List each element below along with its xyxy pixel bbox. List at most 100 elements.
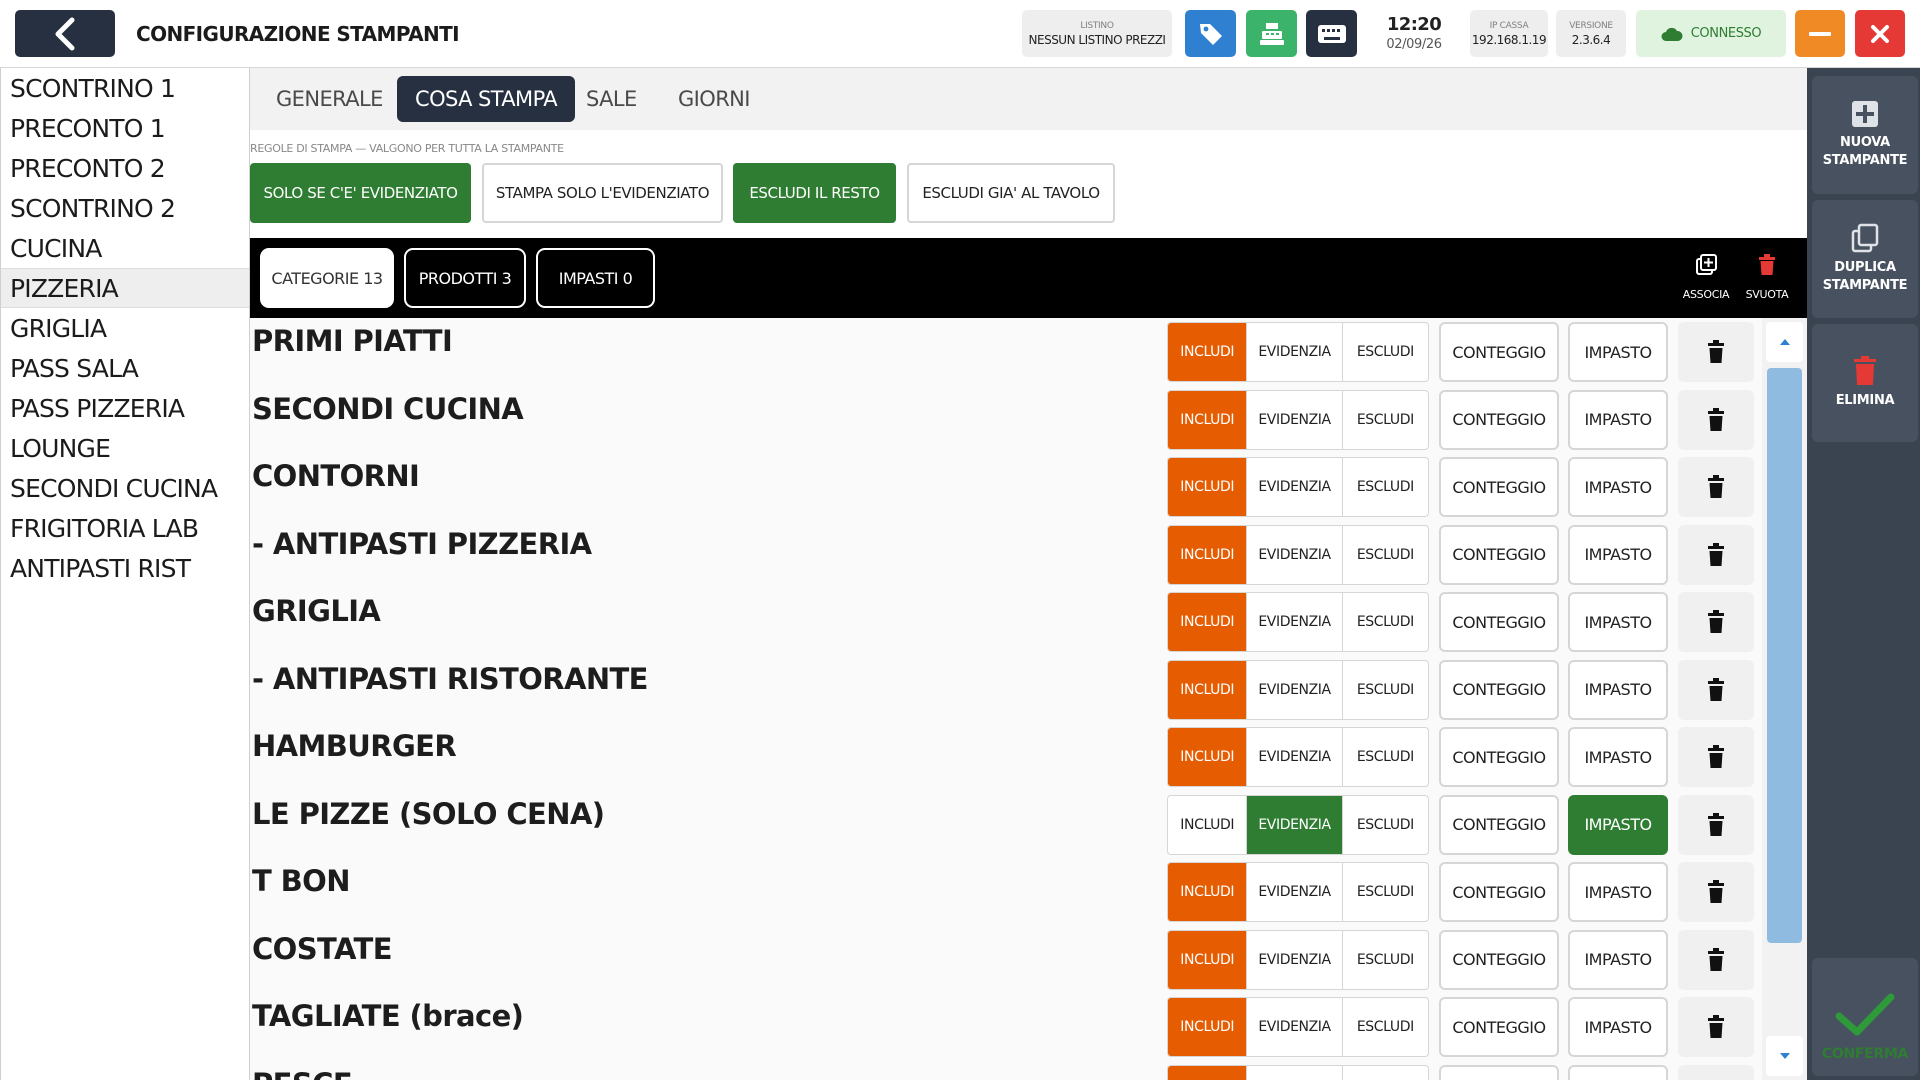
mode-evidenzia-option[interactable]: EVIDENZIA xyxy=(1247,593,1343,651)
mode-includi-option[interactable]: INCLUDI xyxy=(1168,525,1248,584)
duplicate-printer-button[interactable]: DUPLICA STAMPANTE xyxy=(1812,200,1918,318)
remove-category-button[interactable] xyxy=(1678,659,1754,720)
remove-category-button[interactable] xyxy=(1678,727,1754,787)
mode-escludi-option[interactable]: ESCLUDI xyxy=(1343,391,1428,449)
mode-escludi-option[interactable]: ESCLUDI xyxy=(1343,998,1428,1056)
new-printer-button[interactable]: NUOVA STAMPANTE xyxy=(1812,76,1918,194)
tab-giorni[interactable]: GIORNI xyxy=(660,76,768,122)
mode-evidenzia-option[interactable]: EVIDENZIA xyxy=(1247,998,1343,1056)
mode-evidenzia-option[interactable]: EVIDENZIA xyxy=(1247,458,1343,516)
mode-escludi-option[interactable]: ESCLUDI xyxy=(1343,1066,1428,1080)
dough-button[interactable]: IMPASTO xyxy=(1568,659,1668,720)
printer-item[interactable]: PASS SALA xyxy=(1,348,249,388)
tab-generale[interactable]: GENERALE xyxy=(258,76,401,122)
price-list-box[interactable]: LISTINO NESSUN LISTINO PREZZI xyxy=(1022,10,1172,57)
rule-only-if-highlighted-button[interactable]: SOLO SE C'E' EVIDENZIATO xyxy=(250,163,471,223)
printer-item[interactable]: GRIGLIA xyxy=(1,308,249,348)
dough-button[interactable]: IMPASTO xyxy=(1568,457,1668,517)
remove-category-button[interactable] xyxy=(1678,794,1754,855)
dough-button[interactable]: IMPASTO xyxy=(1568,592,1668,652)
dough-button[interactable]: IMPASTO xyxy=(1568,929,1668,990)
count-button[interactable]: CONTEGGIO xyxy=(1439,997,1559,1057)
mode-evidenzia-option[interactable]: EVIDENZIA xyxy=(1247,323,1343,381)
mode-escludi-option[interactable]: ESCLUDI xyxy=(1343,661,1428,719)
filter-categories[interactable]: CATEGORIE 13 xyxy=(260,248,394,308)
filter-doughs[interactable]: IMPASTI 0 xyxy=(536,248,655,308)
count-button[interactable]: CONTEGGIO xyxy=(1439,727,1559,787)
mode-evidenzia-option[interactable]: EVIDENZIA xyxy=(1247,390,1343,449)
dough-button[interactable]: IMPASTO xyxy=(1568,322,1668,382)
mode-includi-option[interactable]: INCLUDI xyxy=(1168,728,1248,786)
count-button[interactable]: CONTEGGIO xyxy=(1439,794,1559,855)
close-button[interactable] xyxy=(1855,10,1905,57)
mode-evidenzia-option[interactable]: EVIDENZIA xyxy=(1247,930,1343,989)
scroll-up-button[interactable] xyxy=(1766,322,1803,362)
tab-sale[interactable]: SALE xyxy=(568,76,655,122)
dough-button[interactable]: IMPASTO xyxy=(1568,727,1668,787)
count-button[interactable]: CONTEGGIO xyxy=(1439,659,1559,720)
printer-item[interactable]: PASS PIZZERIA xyxy=(1,388,249,428)
printer-item[interactable]: PRECONTO 2 xyxy=(1,148,249,188)
mode-escludi-option[interactable]: ESCLUDI xyxy=(1343,323,1428,381)
count-button[interactable]: CONTEGGIO xyxy=(1439,322,1559,382)
scrollbar[interactable] xyxy=(1762,318,1807,1080)
cash-register-button[interactable] xyxy=(1246,10,1297,57)
mode-includi-option[interactable]: INCLUDI xyxy=(1168,795,1248,854)
mode-includi-option[interactable]: INCLUDI xyxy=(1168,390,1248,449)
count-button[interactable]: CONTEGGIO xyxy=(1439,862,1559,922)
printer-item[interactable]: PIZZERIA xyxy=(1,268,249,308)
mode-escludi-option[interactable]: ESCLUDI xyxy=(1343,728,1428,786)
dough-button[interactable]: IMPASTO xyxy=(1568,794,1668,855)
dough-button[interactable]: IMPASTO xyxy=(1568,997,1668,1057)
mode-escludi-option[interactable]: ESCLUDI xyxy=(1343,796,1428,854)
mode-evidenzia-option[interactable]: EVIDENZIA xyxy=(1247,660,1343,719)
printer-item[interactable]: PRECONTO 1 xyxy=(1,108,249,148)
dough-button[interactable]: IMPASTO xyxy=(1568,389,1668,450)
count-button[interactable]: CONTEGGIO xyxy=(1439,524,1559,585)
printer-item[interactable]: LOUNGE xyxy=(1,428,249,468)
mode-includi-option[interactable]: INCLUDI xyxy=(1168,930,1248,989)
dough-button[interactable]: IMPASTO xyxy=(1568,862,1668,922)
mode-includi-option[interactable]: INCLUDI xyxy=(1168,323,1248,381)
printer-item[interactable]: FRIGITORIA LAB xyxy=(1,508,249,548)
mode-includi-option[interactable]: INCLUDI xyxy=(1168,1065,1248,1080)
connection-status[interactable]: CONNESSO xyxy=(1636,10,1786,57)
mode-includi-option[interactable]: INCLUDI xyxy=(1168,660,1248,719)
remove-category-button[interactable] xyxy=(1678,322,1754,382)
count-button[interactable]: CONTEGGIO xyxy=(1439,929,1559,990)
mode-includi-option[interactable]: INCLUDI xyxy=(1168,863,1248,921)
remove-category-button[interactable] xyxy=(1678,929,1754,990)
mode-escludi-option[interactable]: ESCLUDI xyxy=(1343,931,1428,989)
remove-category-button[interactable] xyxy=(1678,997,1754,1057)
clear-button[interactable]: SVUOTA xyxy=(1737,254,1797,301)
count-button[interactable]: CONTEGGIO xyxy=(1439,389,1559,450)
confirm-button[interactable]: CONFERMA xyxy=(1812,958,1918,1076)
mode-evidenzia-option[interactable]: EVIDENZIA xyxy=(1247,728,1343,786)
printer-item[interactable]: SCONTRINO 2 xyxy=(1,188,249,228)
printer-item[interactable]: SCONTRINO 1 xyxy=(1,68,249,108)
mode-escludi-option[interactable]: ESCLUDI xyxy=(1343,526,1428,584)
mode-evidenzia-option[interactable]: EVIDENZIA xyxy=(1247,795,1343,854)
remove-category-button[interactable] xyxy=(1678,862,1754,922)
minimize-button[interactable] xyxy=(1795,10,1845,57)
rule-exclude-at-table-button[interactable]: ESCLUDI GIA' AL TAVOLO xyxy=(907,163,1115,223)
printer-item[interactable]: ANTIPASTI RIST xyxy=(1,548,249,588)
printer-item[interactable]: SECONDI CUCINA xyxy=(1,468,249,508)
mode-evidenzia-option[interactable]: EVIDENZIA xyxy=(1247,1065,1343,1080)
mode-evidenzia-option[interactable]: EVIDENZIA xyxy=(1247,863,1343,921)
keyboard-button[interactable] xyxy=(1306,10,1357,57)
tag-button[interactable] xyxy=(1185,10,1236,57)
tab-cosa-stampa[interactable]: COSA STAMPA xyxy=(397,76,576,122)
rule-exclude-rest-button[interactable]: ESCLUDI IL RESTO xyxy=(733,163,896,223)
mode-escludi-option[interactable]: ESCLUDI xyxy=(1343,593,1428,651)
associate-button[interactable]: ASSOCIA xyxy=(1676,254,1736,301)
scroll-thumb[interactable] xyxy=(1767,368,1802,943)
dough-button[interactable]: IMPASTO xyxy=(1568,1064,1668,1080)
delete-printer-button[interactable]: ELIMINA xyxy=(1812,324,1918,442)
dough-button[interactable]: IMPASTO xyxy=(1568,524,1668,585)
mode-escludi-option[interactable]: ESCLUDI xyxy=(1343,863,1428,921)
remove-category-button[interactable] xyxy=(1678,1064,1754,1080)
remove-category-button[interactable] xyxy=(1678,592,1754,652)
count-button[interactable]: CONTEGGIO xyxy=(1439,457,1559,517)
back-button[interactable] xyxy=(15,10,115,57)
